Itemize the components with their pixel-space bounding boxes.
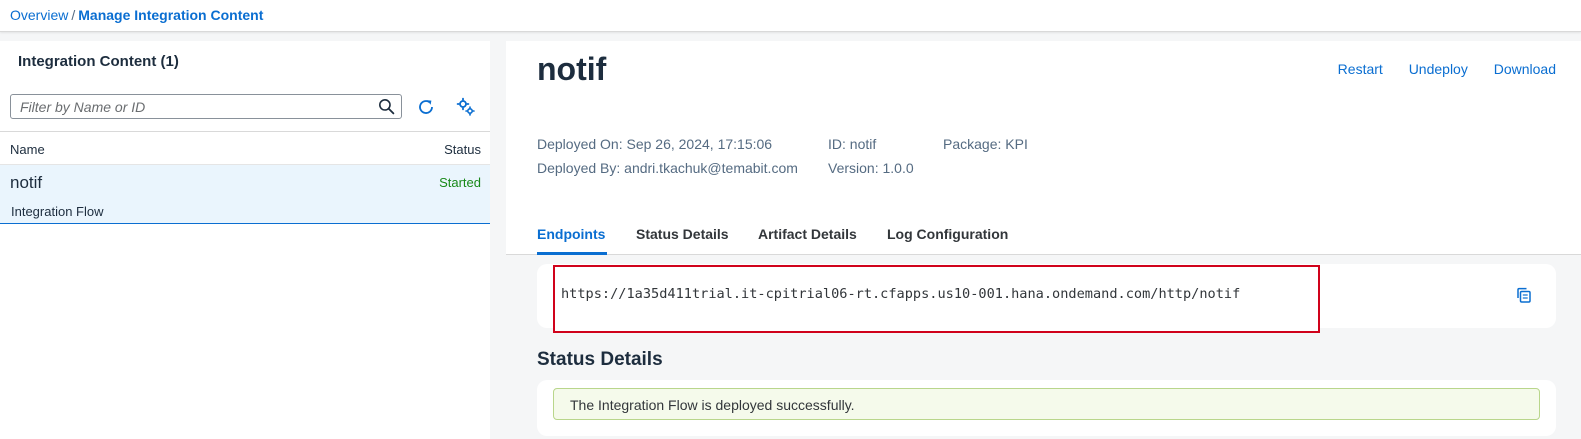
- list-item-type: Integration Flow: [11, 204, 104, 219]
- refresh-icon: [419, 100, 433, 114]
- endpoint-url[interactable]: https://1a35d411trial.it-cpitrial06-rt.c…: [561, 286, 1240, 302]
- list-item[interactable]: notif Started Integration Flow: [0, 165, 490, 224]
- endpoint-card: https://1a35d411trial.it-cpitrial06-rt.c…: [537, 264, 1556, 333]
- integration-content-panel: Integration Content (1) Name: [0, 41, 490, 439]
- breadcrumb-overview-link[interactable]: Overview: [10, 7, 68, 23]
- undeploy-button[interactable]: Undeploy: [1409, 61, 1468, 77]
- list-item-name: notif: [10, 173, 43, 192]
- tab-content: https://1a35d411trial.it-cpitrial06-rt.c…: [506, 255, 1581, 439]
- status-card: The Integration Flow is deployed success…: [537, 380, 1556, 436]
- list-header: Name Status: [0, 131, 490, 165]
- tab-log-configuration[interactable]: Log Configuration: [887, 226, 1008, 242]
- deployed-on: Deployed On: Sep 26, 2024, 17:15:06: [537, 136, 773, 152]
- status-message: The Integration Flow is deployed success…: [570, 397, 855, 413]
- breadcrumb-separator: /: [71, 7, 76, 23]
- page-title: notif: [537, 51, 607, 87]
- column-status-header: Status: [444, 142, 481, 157]
- search-icon[interactable]: [378, 98, 395, 115]
- panel-title: Integration Content (1): [18, 53, 179, 70]
- breadcrumb-current: Manage Integration Content: [78, 7, 264, 23]
- tab-bar: Endpoints Status Details Artifact Detail…: [506, 219, 1581, 255]
- download-button[interactable]: Download: [1494, 61, 1556, 77]
- artifact-version: Version: 1.0.0: [828, 160, 914, 176]
- filter-input[interactable]: [11, 95, 371, 118]
- refresh-button[interactable]: [415, 96, 437, 118]
- deployed-by: Deployed By: andri.tkachuk@temabit.com: [537, 160, 798, 176]
- list-item-status: Started: [439, 175, 481, 190]
- settings-button[interactable]: [455, 96, 477, 118]
- top-bar: Overview / Manage Integration Content: [0, 0, 1581, 32]
- success-message-strip: The Integration Flow is deployed success…: [553, 388, 1540, 420]
- settings-icon: [456, 97, 475, 116]
- status-details-heading: Status Details: [537, 349, 663, 370]
- detail-panel: notif Restart Undeploy Download Deployed…: [506, 41, 1581, 439]
- breadcrumb: Overview / Manage Integration Content: [10, 7, 263, 23]
- endpoint-highlight-box: https://1a35d411trial.it-cpitrial06-rt.c…: [553, 265, 1320, 333]
- filter-field: [10, 94, 402, 119]
- copy-icon[interactable]: [1515, 286, 1533, 304]
- artifact-package: Package: KPI: [943, 136, 1028, 152]
- tab-artifact-details[interactable]: Artifact Details: [758, 226, 857, 242]
- tab-status-details[interactable]: Status Details: [636, 226, 729, 242]
- header-actions: Restart Undeploy Download: [1316, 61, 1556, 77]
- restart-button[interactable]: Restart: [1338, 61, 1383, 77]
- artifact-id: ID: notif: [828, 136, 877, 152]
- column-name-header: Name: [10, 142, 45, 157]
- tab-endpoints[interactable]: Endpoints: [537, 226, 605, 242]
